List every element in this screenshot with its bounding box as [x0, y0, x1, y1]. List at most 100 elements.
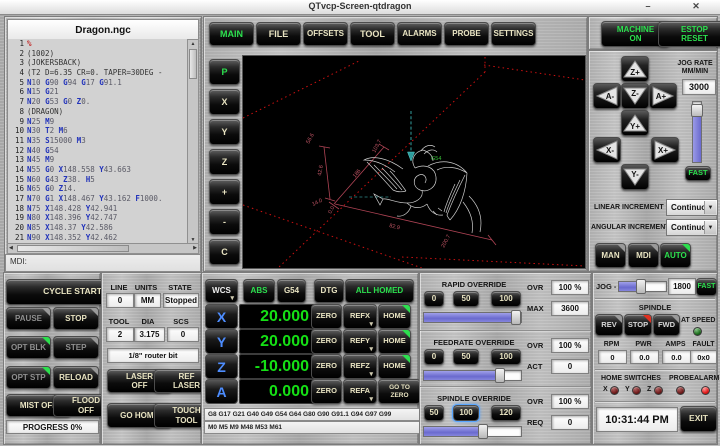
zoom-in-button[interactable]: + — [209, 179, 240, 205]
optional-stop-button[interactable]: OPT STP — [6, 366, 51, 389]
gcode-line[interactable]: 8(DRAGON) — [8, 107, 188, 117]
mdi-entry[interactable]: MDI: — [5, 254, 201, 272]
mode-mdi-button[interactable]: MDI — [628, 243, 659, 268]
home-z-button[interactable]: HOME — [378, 354, 411, 379]
rapid-100-button[interactable]: 100 — [491, 291, 521, 307]
spindle-stop-button[interactable]: STOP — [624, 314, 652, 336]
feed-0-button[interactable]: 0 — [424, 349, 444, 365]
spindle-rev-button[interactable]: REV — [595, 314, 623, 336]
gcode-line[interactable]: 4(T2 D=6.35 CR=0. TAPER=30DEG - — [8, 68, 188, 78]
estop-reset-button[interactable]: ESTOP RESET — [658, 21, 720, 47]
spindle-100-button[interactable]: 100 — [453, 405, 479, 421]
zero-y-button[interactable]: ZERO — [311, 329, 342, 354]
gcode-line[interactable]: 13N45 M9 — [8, 155, 188, 165]
gcode-line[interactable]: 15N60 G43 Z38. H5 — [8, 175, 188, 185]
abs-button[interactable]: ABS — [243, 279, 275, 303]
chevron-down-icon[interactable]: ▼ — [704, 201, 716, 214]
axis-y-button[interactable]: Y — [205, 329, 238, 354]
spindle-fwd-button[interactable]: FWD — [653, 314, 680, 336]
zero-a-button[interactable]: ZERO — [311, 379, 342, 404]
zero-x-button[interactable]: ZERO — [311, 304, 342, 329]
gcode-line[interactable]: 21N90 X148.352 Y42.462 — [8, 233, 188, 243]
rapid-override-slider[interactable] — [423, 312, 522, 323]
chevron-down-icon[interactable]: ▼ — [704, 221, 716, 234]
jog-x-plus-button[interactable]: X+ — [651, 137, 679, 163]
gcode-line[interactable]: 5N10 G90 G94 G17 G91.1 — [8, 78, 188, 88]
gcode-line[interactable]: 6N15 G21 — [8, 87, 188, 97]
tab-offsets[interactable]: OFFSETS — [303, 22, 348, 46]
angular-increment-select[interactable]: Continuous ▼ — [666, 219, 718, 236]
feed-50-button[interactable]: 50 — [453, 349, 479, 365]
stop-button[interactable]: STOP — [53, 307, 99, 330]
gcode-line[interactable]: 2(1002) — [8, 49, 188, 59]
title-bar[interactable]: QTvcp-Screen-qtdragon – ✕ — [0, 0, 720, 15]
gcode-line[interactable]: 7N20 G53 G0 Z0. — [8, 97, 188, 107]
pause-button[interactable]: PAUSE — [6, 307, 51, 330]
spindle-120-button[interactable]: 120 — [491, 405, 521, 421]
axis-a-button[interactable]: A — [205, 379, 238, 404]
mode-manual-button[interactable]: MAN — [595, 243, 626, 268]
jog-y-plus-button[interactable]: Y+ — [621, 110, 649, 136]
optional-block-button[interactable]: OPT BLK — [6, 336, 51, 359]
exit-button[interactable]: EXIT — [680, 406, 717, 432]
jog-z-plus-button[interactable]: Z+ — [621, 56, 649, 82]
gcode-line[interactable]: 1% — [8, 39, 188, 49]
dtg-button[interactable]: DTG — [314, 279, 344, 303]
tab-file[interactable]: FILE — [256, 22, 301, 46]
minimize-icon[interactable]: – — [642, 1, 654, 11]
jog-a-fast-button[interactable]: FAST — [696, 278, 717, 296]
wcs-system-button[interactable]: G54 — [277, 279, 306, 303]
scroll-up-icon[interactable]: ▲ — [188, 41, 198, 47]
gcode-line[interactable]: 14N55 G0 X148.558 Y43.663 — [8, 165, 188, 175]
feedrate-override-slider[interactable] — [423, 370, 522, 381]
jog-x-minus-button[interactable]: X- — [593, 137, 621, 163]
gcode-hscrollbar[interactable]: ◀ ▶ — [7, 243, 199, 254]
step-button[interactable]: STEP — [53, 336, 99, 359]
hscroll-thumb[interactable] — [17, 245, 129, 252]
gcode-line[interactable]: 12N40 G54 — [8, 146, 188, 156]
linear-increment-select[interactable]: Continuous ▼ — [666, 199, 718, 216]
gcode-line[interactable]: 19N80 X148.396 Y42.747 — [8, 213, 188, 223]
wcs-select[interactable]: WCS — [205, 279, 238, 303]
clear-view-button[interactable]: C — [209, 239, 240, 265]
jog-a-slider[interactable] — [618, 281, 667, 292]
view-z-button[interactable]: Z — [209, 149, 240, 175]
zoom-out-button[interactable]: - — [209, 209, 240, 235]
gcode-line[interactable]: 3(JOKERSBACK) — [8, 58, 188, 68]
mode-auto-button[interactable]: AUTO — [660, 243, 691, 268]
preview-canvas[interactable]: 56.6 42.6 14.0 0.0 186 103.7 82.9 200.7 … — [242, 55, 586, 269]
rapid-0-button[interactable]: 0 — [424, 291, 444, 307]
go-to-zero-button[interactable]: GO TO ZERO — [378, 379, 421, 404]
vscroll-thumb[interactable] — [189, 49, 197, 79]
jog-a-rate-field[interactable]: 1800 — [668, 278, 696, 295]
view-perspective-button[interactable]: P — [209, 59, 240, 85]
ref-y-button[interactable]: REFY — [343, 329, 377, 354]
jog-rate-slider[interactable] — [692, 101, 702, 163]
scroll-left-icon[interactable]: ◀ — [9, 245, 13, 251]
feed-100-button[interactable]: 100 — [491, 349, 521, 365]
gcode-line[interactable]: 17N70 G1 X148.467 Y43.162 F1000. — [8, 194, 188, 204]
close-icon[interactable]: ✕ — [690, 1, 702, 12]
rapid-50-button[interactable]: 50 — [453, 291, 479, 307]
spindle-override-slider[interactable] — [423, 426, 522, 437]
view-x-button[interactable]: X — [209, 89, 240, 115]
view-y-button[interactable]: Y — [209, 119, 240, 145]
jog-z-minus-button[interactable]: Z- — [621, 83, 649, 109]
jog-rate-fast-button[interactable]: FAST — [685, 166, 711, 181]
jog-a-plus-button[interactable]: A+ — [649, 83, 677, 109]
axis-x-button[interactable]: X — [205, 304, 238, 329]
home-y-button[interactable]: HOME — [378, 329, 411, 354]
gcode-editor[interactable]: 1%2(1002)3(JOKERSBACK)4(T2 D=6.35 CR=0. … — [7, 39, 189, 244]
home-x-button[interactable]: HOME — [378, 304, 411, 329]
ref-z-button[interactable]: REFZ — [343, 354, 377, 379]
jog-rate-field[interactable]: 3000 — [682, 79, 716, 95]
gcode-line[interactable]: 20N85 X148.37 Y42.586 — [8, 223, 188, 233]
gcode-line[interactable]: 11N35 S15000 M3 — [8, 136, 188, 146]
tab-main[interactable]: MAIN — [209, 22, 254, 46]
tab-alarms[interactable]: ALARMS — [397, 22, 442, 46]
gcode-vscrollbar[interactable]: ▲ ▼ — [187, 39, 199, 245]
ref-a-button[interactable]: REFA — [343, 379, 377, 404]
spindle-50-button[interactable]: 50 — [424, 405, 444, 421]
gcode-line[interactable]: 10N30 T2 M6 — [8, 126, 188, 136]
gcode-line[interactable]: 18N75 X148.428 Y42.941 — [8, 204, 188, 214]
